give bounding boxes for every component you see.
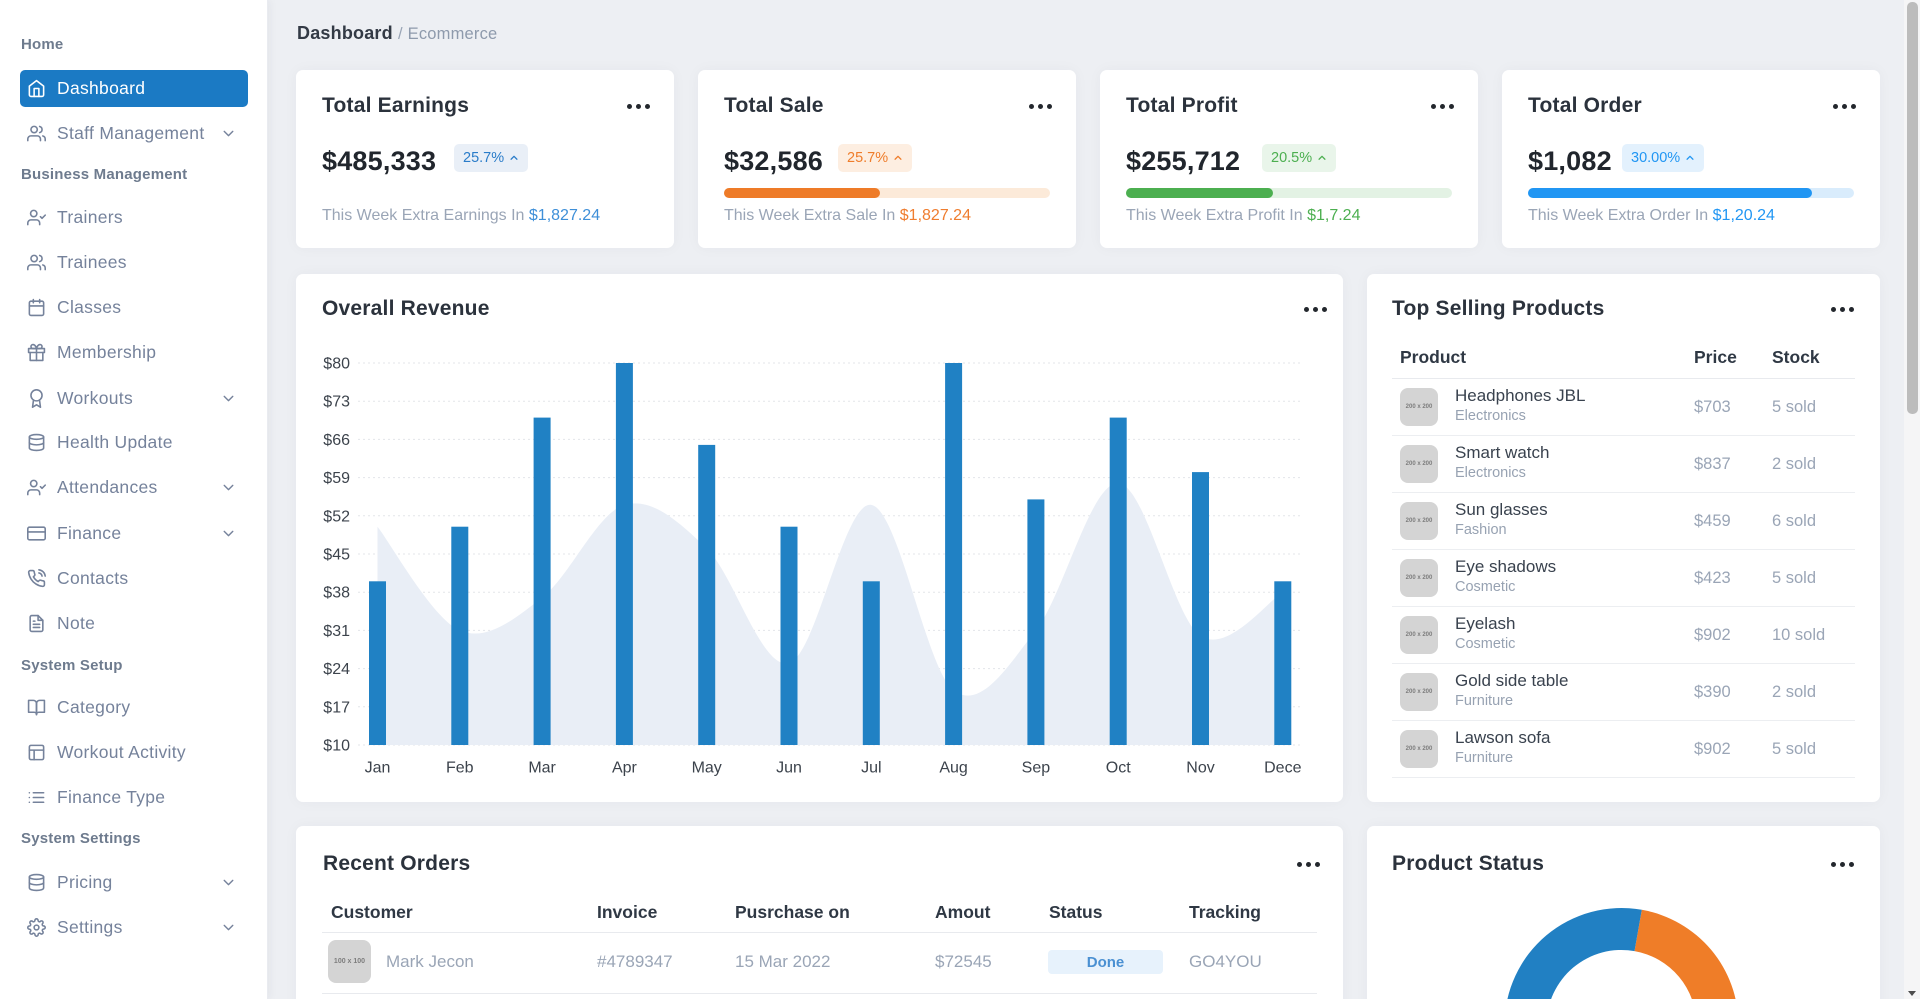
svg-text:Mar: Mar bbox=[528, 760, 556, 777]
svg-text:$17: $17 bbox=[323, 699, 350, 716]
svg-text:May: May bbox=[692, 760, 722, 777]
svg-text:Jun: Jun bbox=[776, 760, 802, 777]
svg-text:Sep: Sep bbox=[1022, 760, 1051, 777]
svg-text:Aug: Aug bbox=[939, 760, 967, 777]
svg-text:$10: $10 bbox=[323, 738, 350, 755]
svg-text:Feb: Feb bbox=[446, 760, 474, 777]
svg-text:$45: $45 bbox=[323, 547, 350, 564]
svg-text:$66: $66 bbox=[323, 432, 350, 449]
svg-text:$24: $24 bbox=[323, 661, 350, 678]
svg-text:Nov: Nov bbox=[1186, 760, 1214, 777]
svg-text:$80: $80 bbox=[323, 356, 350, 373]
svg-text:Jan: Jan bbox=[365, 760, 391, 777]
svg-text:Apr: Apr bbox=[612, 760, 638, 777]
svg-text:Oct: Oct bbox=[1106, 760, 1131, 777]
svg-text:Dece: Dece bbox=[1264, 760, 1301, 777]
svg-text:Jul: Jul bbox=[861, 760, 881, 777]
svg-text:$59: $59 bbox=[323, 470, 350, 487]
svg-text:$52: $52 bbox=[323, 508, 350, 525]
svg-text:$38: $38 bbox=[323, 585, 350, 602]
svg-text:$73: $73 bbox=[323, 394, 350, 411]
svg-text:$31: $31 bbox=[323, 623, 350, 640]
